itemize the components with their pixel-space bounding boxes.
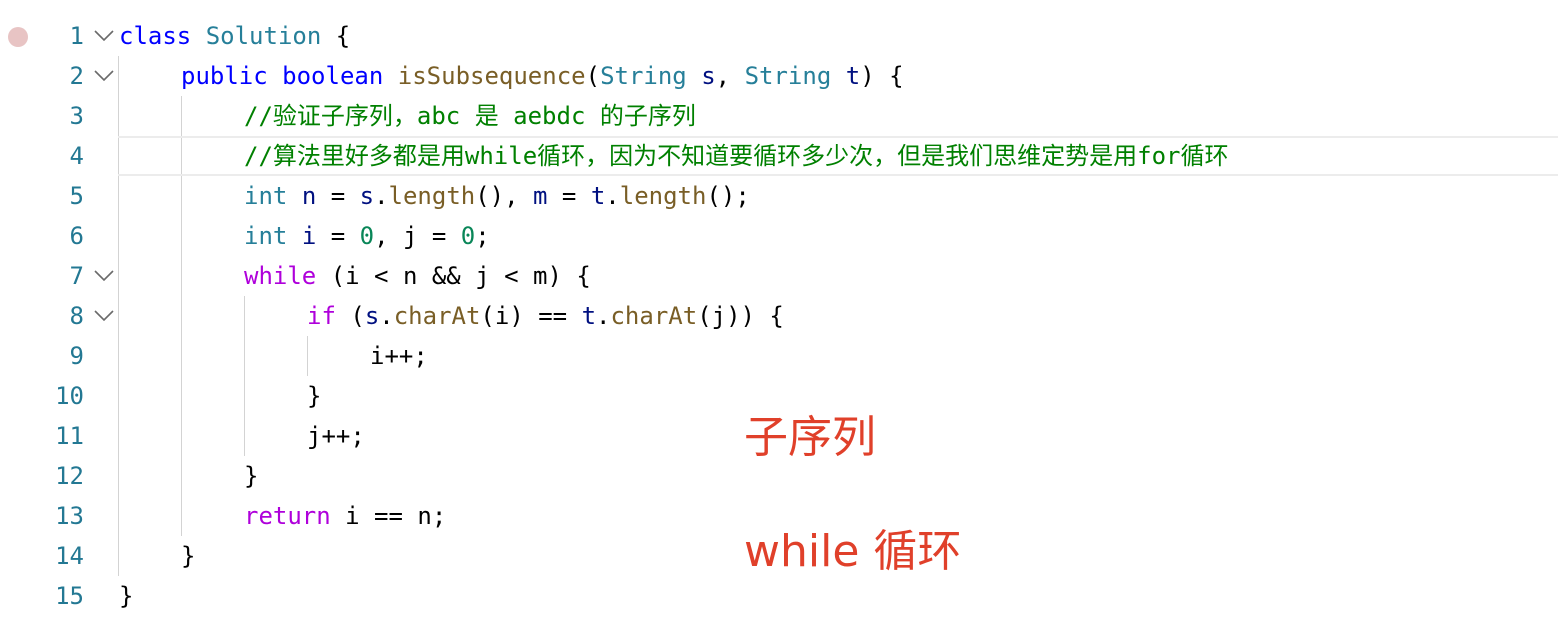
code-text: . xyxy=(374,182,389,210)
method-call: length xyxy=(619,182,707,210)
chevron-down-icon[interactable] xyxy=(93,28,115,42)
code-line-4[interactable]: 4 //算法里好多都是用while循环，因为不知道要循环多少次，但是我们思维定势… xyxy=(0,136,1558,176)
variable: s xyxy=(359,182,375,210)
code-text: (); xyxy=(706,182,750,210)
code-line-1[interactable]: 1 class Solution { xyxy=(0,16,1558,56)
line-number: 3 xyxy=(69,102,84,130)
line-number: 9 xyxy=(69,342,84,370)
chevron-down-icon[interactable] xyxy=(93,268,115,282)
line-number: 4 xyxy=(69,142,84,170)
code-text: ; xyxy=(475,222,490,250)
code-text: j++; xyxy=(307,422,365,450)
variable: n xyxy=(301,182,317,210)
line-number: 5 xyxy=(69,182,84,210)
line-number: 15 xyxy=(55,582,84,610)
code-text: { xyxy=(321,22,351,50)
code-text: . xyxy=(605,182,620,210)
code-line-10[interactable]: 10 } xyxy=(0,376,1558,416)
type-name: String xyxy=(600,62,687,90)
code-line-7[interactable]: 7 while (i < n && j < m) { xyxy=(0,256,1558,296)
line-number: 10 xyxy=(55,382,84,410)
code-text: , xyxy=(715,62,745,90)
code-line-6[interactable]: 6 int i = 0, j = 0; xyxy=(0,216,1558,256)
line-number: 7 xyxy=(69,262,84,290)
line-number: 11 xyxy=(55,422,84,450)
method-name: isSubsequence xyxy=(397,62,586,90)
method-call: charAt xyxy=(393,302,481,330)
variable: t xyxy=(581,302,597,330)
comment: //算法里好多都是用while循环，因为不知道要循环多少次，但是我们思维定势是用… xyxy=(244,142,1229,170)
code-text: ) { xyxy=(860,62,904,90)
code-text: } xyxy=(119,582,134,610)
control-keyword: while xyxy=(244,262,317,290)
code-text: = xyxy=(316,182,360,210)
code-text: i++; xyxy=(370,342,428,370)
line-number: 12 xyxy=(55,462,84,490)
code-text: } xyxy=(181,542,196,570)
code-line-3[interactable]: 3 //验证子序列，abc 是 aebdc 的子序列 xyxy=(0,96,1558,136)
line-number: 2 xyxy=(69,62,84,90)
line-number: 8 xyxy=(69,302,84,330)
chevron-down-icon[interactable] xyxy=(93,68,115,82)
variable: t xyxy=(590,182,606,210)
control-keyword: if xyxy=(307,302,336,330)
type-keyword: int xyxy=(244,182,288,210)
annotation-while-loop: while 循环 xyxy=(744,526,962,577)
param-name: s xyxy=(701,62,716,90)
variable: s xyxy=(364,302,380,330)
keyword: public xyxy=(181,62,268,90)
code-text: } xyxy=(244,462,259,490)
chevron-down-icon[interactable] xyxy=(93,308,115,322)
method-call: length xyxy=(388,182,476,210)
keyword: class xyxy=(119,22,192,50)
code-text: ( xyxy=(335,302,365,330)
line-number: 13 xyxy=(55,502,84,530)
code-text: = xyxy=(547,182,591,210)
control-keyword: return xyxy=(244,502,331,530)
code-line-5[interactable]: 5 int n = s.length(), m = t.length(); xyxy=(0,176,1558,216)
code-text: (i) == xyxy=(480,302,582,330)
code-text: . xyxy=(596,302,611,330)
code-text: . xyxy=(379,302,394,330)
code-editor[interactable]: 1 class Solution { 2 public boolean isSu… xyxy=(0,0,1558,630)
line-number: 6 xyxy=(69,222,84,250)
code-text: (), xyxy=(475,182,534,210)
line-number: 1 xyxy=(69,22,84,50)
method-call: charAt xyxy=(610,302,698,330)
code-text: , j = xyxy=(374,222,461,250)
number-literal: 0 xyxy=(460,222,476,250)
code-text: = xyxy=(316,222,360,250)
annotation-subsequence: 子序列 xyxy=(744,412,876,463)
code-text: (j)) { xyxy=(697,302,784,330)
type-keyword: boolean xyxy=(282,62,384,90)
code-text: i == n; xyxy=(330,502,447,530)
code-text: } xyxy=(307,382,322,410)
code-line-15[interactable]: 15 } xyxy=(0,576,1558,616)
code-text: ( xyxy=(585,62,601,90)
variable: m xyxy=(533,182,548,210)
comment: //验证子序列，abc 是 aebdc 的子序列 xyxy=(244,102,696,130)
param-name: t xyxy=(845,62,861,90)
line-number: 14 xyxy=(55,542,84,570)
code-line-8[interactable]: 8 if (s.charAt(i) == t.charAt(j)) { xyxy=(0,296,1558,336)
number-literal: 0 xyxy=(359,222,375,250)
code-line-2[interactable]: 2 public boolean isSubsequence(String s,… xyxy=(0,56,1558,96)
variable: i xyxy=(301,222,317,250)
class-name: Solution xyxy=(205,22,322,50)
type-keyword: int xyxy=(244,222,288,250)
code-text: (i < n && j < m) { xyxy=(316,262,591,290)
type-name: String xyxy=(744,62,832,90)
code-line-9[interactable]: 9 i++; xyxy=(0,336,1558,376)
